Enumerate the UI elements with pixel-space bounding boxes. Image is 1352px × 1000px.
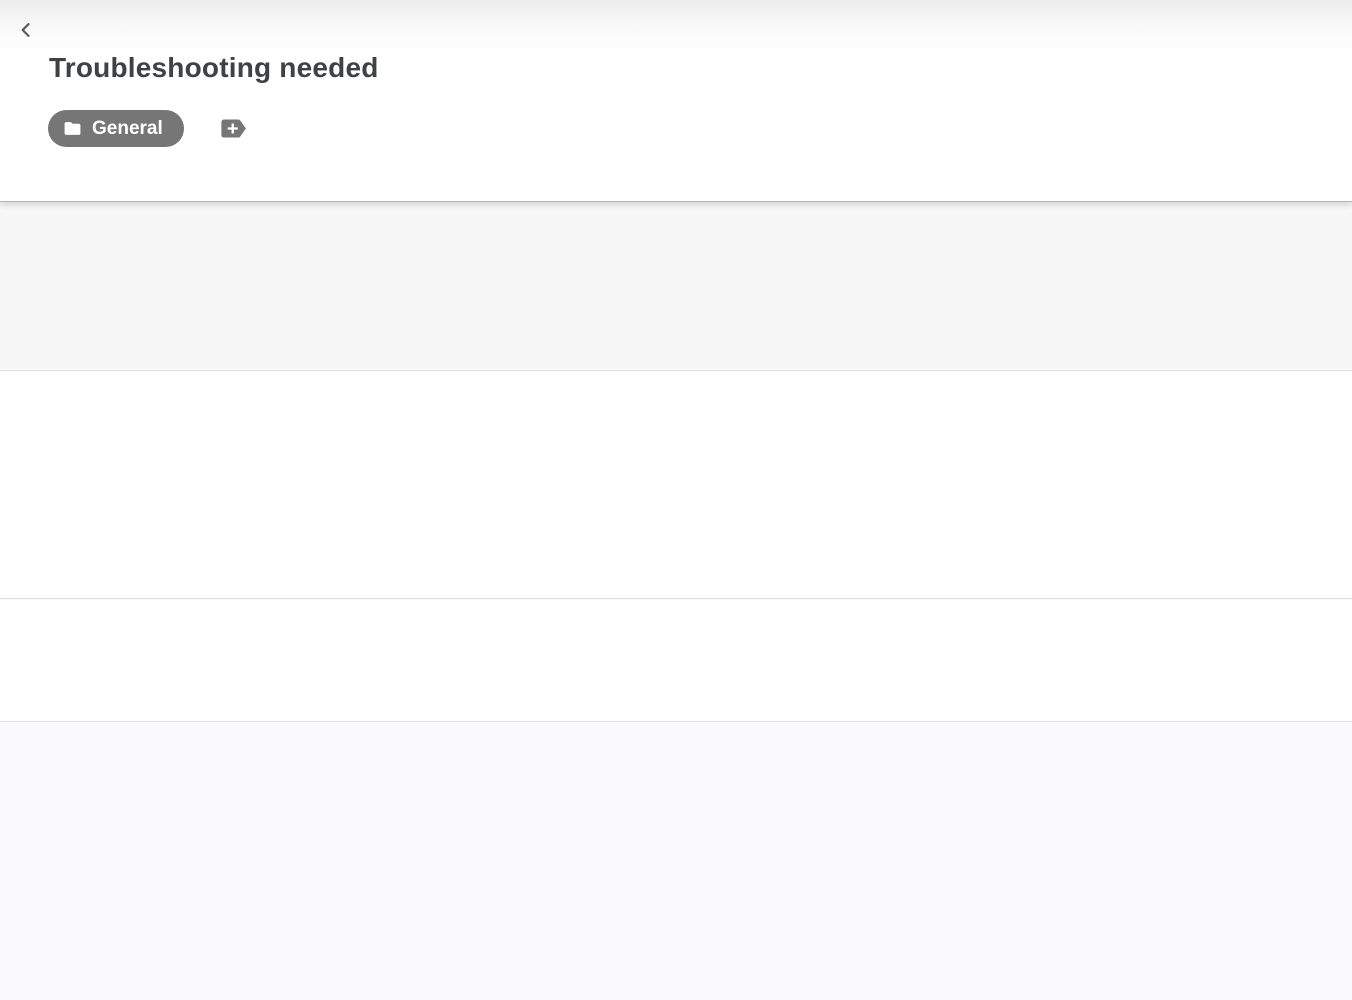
message-card: A Alex Bryar wrote today 14:47 (3 mins a…	[0, 372, 1352, 599]
label-row: General	[48, 110, 252, 147]
add-label-button[interactable]	[214, 113, 252, 144]
label-pill-text: General	[92, 118, 163, 140]
actions-row: NEW	[0, 600, 1352, 722]
conversation-meta-section: Alex Bryar Created from API	[0, 203, 1352, 371]
label-pill-general[interactable]: General	[48, 110, 184, 147]
label-plus-icon	[214, 113, 252, 144]
reply-section[interactable]: Click here toReply to all	[0, 723, 1352, 1000]
page-title: Troubleshooting needed	[49, 52, 379, 84]
conversation-view: Troubleshooting needed General	[0, 0, 1352, 1000]
chevron-left-icon	[16, 20, 36, 40]
conversation-header: Troubleshooting needed General	[0, 0, 1352, 202]
back-button[interactable]	[12, 16, 40, 44]
folder-icon	[63, 119, 82, 138]
